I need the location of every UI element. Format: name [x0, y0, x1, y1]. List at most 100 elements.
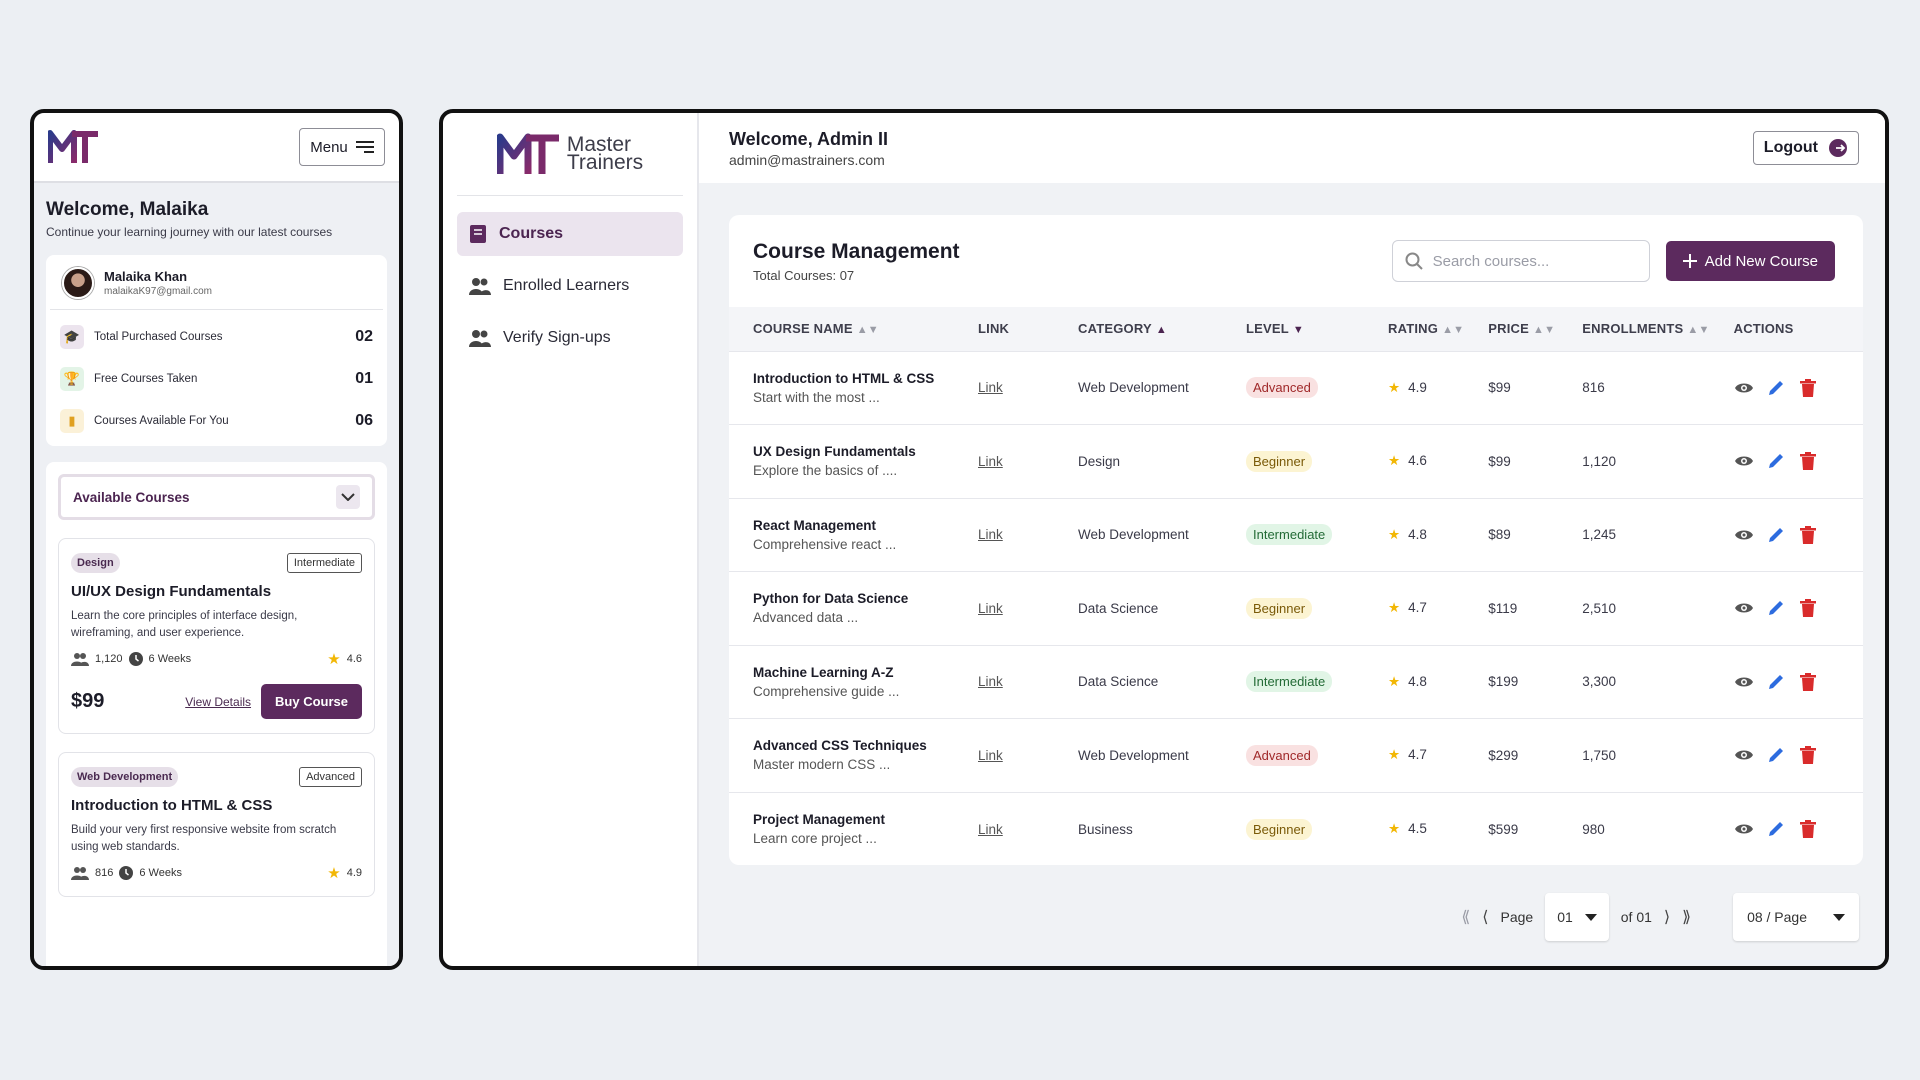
edit-icon[interactable]	[1766, 525, 1786, 545]
edit-icon[interactable]	[1766, 819, 1786, 839]
first-page-icon[interactable]: ⟪	[1461, 907, 1470, 927]
level-badge: Intermediate	[1246, 524, 1333, 546]
logout-label: Logout	[1763, 139, 1818, 156]
profile-card: Malaika Khan malaikaK97@gmail.com 🎓 Tota…	[46, 255, 387, 446]
col-header-course-name[interactable]: COURSE NAME ▲▼	[729, 307, 954, 351]
view-icon[interactable]	[1734, 525, 1754, 545]
view-icon[interactable]	[1734, 745, 1754, 765]
sidebar-item-verify-signups[interactable]: Verify Sign-ups	[457, 316, 683, 360]
per-page-select[interactable]: 08 / Page	[1733, 893, 1859, 941]
enrollments: 1,120	[1582, 453, 1617, 469]
view-icon[interactable]	[1734, 598, 1754, 618]
level-badge: Beginner	[1246, 450, 1313, 472]
course-link[interactable]: Link	[978, 527, 1003, 542]
delete-icon[interactable]	[1798, 672, 1818, 692]
enrollments: 980	[1582, 821, 1605, 837]
edit-icon[interactable]	[1766, 451, 1786, 471]
menu-button[interactable]: Menu	[299, 128, 385, 166]
dropdown-label: Available Courses	[73, 489, 190, 505]
course-link[interactable]: Link	[978, 454, 1003, 469]
course-name: React Management	[753, 517, 877, 533]
star-icon: ★	[1388, 379, 1401, 395]
col-header-enrollments[interactable]: ENROLLMENTS ▲▼	[1558, 307, 1709, 351]
table-header: COURSE NAME ▲▼ LINK CATEGORY ▲ LEVEL ▼ RATI…	[729, 307, 1863, 351]
stat-row: ▮ Courses Available For You 06	[46, 400, 387, 442]
add-new-course-button[interactable]: Add New Course	[1665, 241, 1835, 281]
col-header-level[interactable]: LEVEL ▼	[1222, 307, 1364, 351]
view-details-link[interactable]: View Details	[185, 695, 251, 709]
cell-course: Python for Data Science Advanced data ...	[729, 572, 954, 646]
view-icon[interactable]	[1734, 672, 1754, 692]
caret-down-icon	[1833, 913, 1845, 921]
sidebar-item-enrolled-learners[interactable]: Enrolled Learners	[457, 264, 683, 308]
col-header-category[interactable]: CATEGORY ▲	[1054, 307, 1222, 351]
course-link[interactable]: Link	[978, 748, 1003, 763]
delete-icon[interactable]	[1798, 378, 1818, 398]
edit-icon[interactable]	[1766, 745, 1786, 765]
delete-icon[interactable]	[1798, 525, 1818, 545]
caret-down-icon	[1584, 913, 1597, 921]
course-link[interactable]: Link	[978, 601, 1003, 616]
prev-page-icon[interactable]: ⟨	[1482, 907, 1488, 927]
logout-button[interactable]: Logout	[1752, 131, 1859, 165]
sort-icon: ▲▼	[1533, 324, 1556, 337]
star-icon: ★	[1388, 526, 1401, 542]
category-tag: Web Development	[71, 767, 179, 787]
course-name: Machine Learning A-Z	[753, 664, 894, 680]
view-icon[interactable]	[1734, 451, 1754, 471]
menu-label: Menu	[310, 138, 348, 156]
users-icon	[469, 278, 491, 295]
last-page-icon[interactable]: ⟫	[1682, 907, 1691, 927]
per-page-value: 08 / Page	[1747, 909, 1807, 925]
rating-value: 4.6	[1408, 453, 1427, 469]
brand-logo[interactable]: Master Trainers	[457, 113, 683, 196]
table-row: Introduction to HTML & CSS Start with the…	[729, 351, 1863, 425]
sidebar-item-label: Enrolled Learners	[503, 277, 630, 294]
star-icon: ★	[1388, 600, 1401, 616]
next-page-icon[interactable]: ⟩	[1664, 907, 1670, 927]
course-price: $89	[1488, 527, 1511, 543]
course-name: Introduction to HTML & CSS	[753, 370, 935, 386]
delete-icon[interactable]	[1798, 819, 1818, 839]
star-icon: ★	[327, 865, 341, 882]
col-header-rating[interactable]: RATING ▲▼	[1364, 307, 1464, 351]
page-number: 01	[1557, 909, 1573, 925]
available-courses-dropdown[interactable]: Available Courses	[58, 474, 375, 520]
table-row: React Management Comprehensive react ... L…	[729, 498, 1863, 572]
panel-subtitle: Total Courses: 07	[753, 267, 855, 283]
edit-icon[interactable]	[1766, 378, 1786, 398]
stat-value: 01	[355, 370, 373, 387]
col-header-price[interactable]: PRICE ▲▼	[1464, 307, 1558, 351]
rating-value: 4.5	[1408, 821, 1427, 836]
view-icon[interactable]	[1734, 378, 1754, 398]
course-title: UI/UX Design Fundamentals	[71, 583, 272, 600]
course-link[interactable]: Link	[978, 674, 1003, 689]
enrollments: 3,300	[1582, 674, 1617, 690]
delete-icon[interactable]	[1798, 745, 1818, 765]
pagination: ⟪ ⟨ Page 01 of 01 ⟩ ⟫ 08 / Page	[1461, 893, 1859, 941]
mt-logo-icon	[496, 133, 559, 174]
col-header-actions: ACTIONS	[1733, 321, 1794, 337]
sidebar-item-courses[interactable]: Courses	[457, 212, 683, 256]
course-link[interactable]: Link	[978, 822, 1003, 837]
page-select[interactable]: 01	[1545, 893, 1609, 941]
edit-icon[interactable]	[1766, 672, 1786, 692]
search-input[interactable]	[1432, 252, 1633, 270]
delete-icon[interactable]	[1798, 598, 1818, 618]
col-header-link: LINK	[978, 321, 1010, 337]
edit-icon[interactable]	[1766, 598, 1786, 618]
sort-desc-icon: ▼	[1292, 324, 1304, 337]
level-tag: Intermediate	[286, 553, 362, 573]
rating-value: 4.8	[1408, 673, 1427, 689]
enrollments: 816	[1582, 380, 1605, 396]
course-desc: Explore the basics of ....	[753, 463, 898, 479]
mt-logo-icon[interactable]	[48, 129, 100, 165]
course-link[interactable]: Link	[978, 380, 1003, 395]
course-price: $99	[1488, 453, 1511, 469]
delete-icon[interactable]	[1798, 451, 1818, 471]
view-icon[interactable]	[1734, 819, 1754, 839]
buy-course-button[interactable]: Buy Course	[261, 684, 362, 719]
course-category: Web Development	[1078, 527, 1189, 543]
course-name: Advanced CSS Techniques	[753, 738, 927, 754]
users-icon	[469, 330, 491, 347]
